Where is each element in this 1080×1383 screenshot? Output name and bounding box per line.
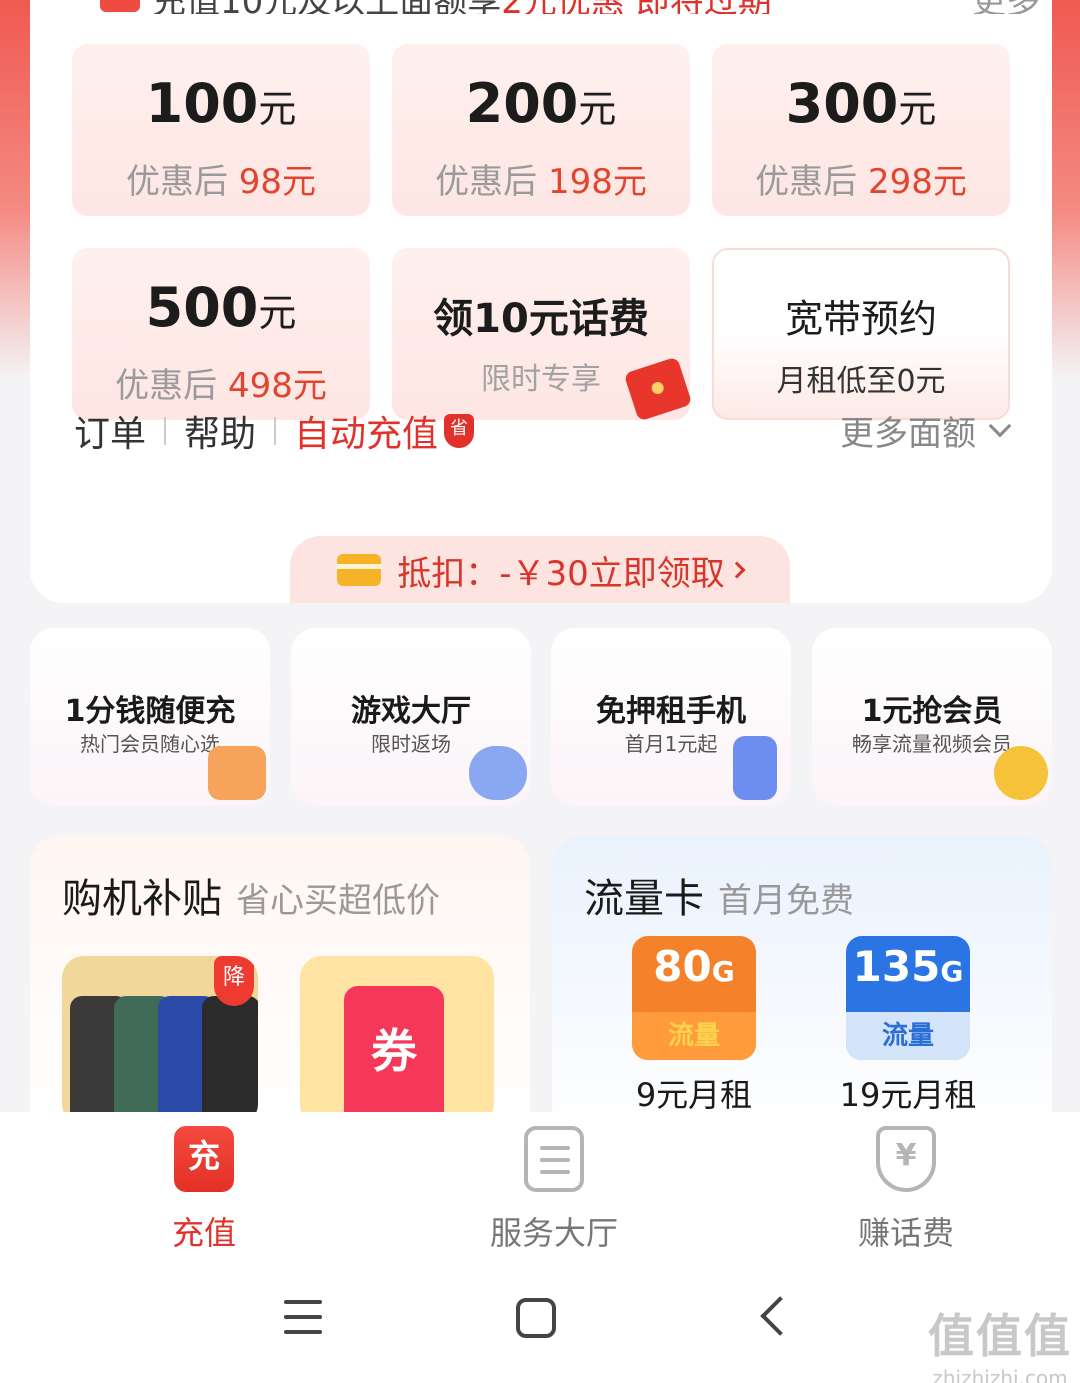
- tile-amount: 200: [465, 72, 579, 135]
- coupon-image[interactable]: 券: [300, 956, 494, 1126]
- phone-graphic: [202, 996, 258, 1126]
- plan-label: 流量: [846, 1012, 970, 1060]
- tile-after-price: 498元: [227, 366, 327, 406]
- chevron-down-icon: [988, 414, 1012, 437]
- deduct-coupon-button[interactable]: 抵扣：-￥30立即领取: [290, 536, 790, 603]
- gamepad-icon: [469, 746, 527, 800]
- tile-unit: 元: [898, 87, 937, 131]
- tile-amount: 300: [785, 72, 899, 135]
- quick-entry-member[interactable]: 1元抢会员 畅享流量视频会员: [812, 628, 1052, 806]
- coupon-ticket-icon: 券: [344, 986, 444, 1126]
- coupon-tile[interactable]: 领10元话费 限时专享: [392, 248, 693, 422]
- promo-highlight: 2元优惠 即将过期: [501, 0, 771, 14]
- card-icon: [337, 554, 382, 586]
- coupon-tile-title: 领10元话费: [433, 296, 649, 342]
- quick-links: 订单 帮助 自动充值 省: [74, 405, 475, 457]
- save-badge-icon: 省: [444, 414, 475, 448]
- tab-label: 赚话费: [857, 1214, 954, 1252]
- plan-label: 流量: [632, 1012, 756, 1060]
- tab-earn-credit[interactable]: ¥ 赚话费: [786, 1126, 1026, 1254]
- quick-entry-title: 1分钱随便充: [64, 694, 236, 729]
- broadband-tile-title: 宽带预约: [784, 297, 937, 341]
- tile-amount: 500: [145, 276, 259, 339]
- plan-rent: 19元月租: [839, 1076, 977, 1114]
- tile-after-price: 98元: [238, 162, 317, 202]
- recharge-icon: 充: [174, 1126, 234, 1192]
- tab-label: 服务大厅: [489, 1214, 618, 1252]
- data-plan-80g[interactable]: 80G 流量: [632, 936, 756, 1060]
- crown-gift-icon: [208, 746, 266, 800]
- phones-image[interactable]: 降: [62, 956, 258, 1126]
- tab-label: 充值: [171, 1214, 236, 1252]
- amount-tile-300[interactable]: 300元 优惠后 298元: [712, 44, 1010, 216]
- divider: [164, 417, 167, 445]
- broadband-tile[interactable]: 宽带预约 月租低至0元: [712, 248, 1010, 420]
- auto-recharge-link[interactable]: 自动充值: [294, 405, 438, 457]
- panel-subtitle: 首月免费: [718, 881, 854, 921]
- panel-title: 流量卡: [584, 876, 704, 922]
- tile-unit: 元: [578, 87, 617, 131]
- promo-badge-icon: [100, 0, 140, 12]
- promo-more-link[interactable]: 更多: [972, 0, 1040, 14]
- data-plan-135g[interactable]: 135G 流量: [846, 936, 970, 1060]
- tile-amount: 100: [145, 72, 259, 135]
- quick-entry-phone-rental[interactable]: 免押租手机 首月1元起: [551, 628, 791, 806]
- tab-service-hall[interactable]: 服务大厅: [434, 1126, 674, 1254]
- quick-entry-title: 1元抢会员: [861, 694, 1003, 729]
- quick-entry-title: 免押租手机: [596, 694, 746, 729]
- recent-apps-icon[interactable]: [284, 1300, 322, 1334]
- broadband-tile-sub: 月租低至0元: [776, 364, 946, 399]
- deduct-text: 抵扣：-￥30立即领取: [397, 553, 725, 594]
- tile-after-label: 优惠后: [435, 162, 538, 202]
- home-icon[interactable]: [516, 1298, 556, 1338]
- data-card-panel[interactable]: 流量卡 首月免费 80G 流量 9元月租 135G 流量 19元月租: [552, 836, 1052, 1136]
- phone-icon: [733, 736, 777, 800]
- promo-text: 充值10元及以上面额享: [152, 0, 501, 14]
- watermark-logo: 值值值 zhizhizhi.com: [928, 1300, 1072, 1383]
- recharge-card: 充值10元及以上面额享2元优惠 即将过期 更多 100元 优惠后 98元 200…: [30, 0, 1052, 603]
- yuan-shield-icon: ¥: [876, 1126, 936, 1192]
- quick-entry-game-hall[interactable]: 游戏大厅 限时返场: [291, 628, 531, 806]
- tab-recharge[interactable]: 充 充值: [84, 1126, 324, 1254]
- system-navigation-bar: [0, 1270, 1080, 1370]
- phone-subsidy-panel[interactable]: 购机补贴 省心买超低价 降 券: [30, 836, 530, 1136]
- tile-after-label: 优惠后: [125, 162, 228, 202]
- divider: [274, 417, 277, 445]
- tile-unit: 元: [258, 291, 297, 335]
- chevron-right-icon: [728, 561, 746, 579]
- back-icon[interactable]: [760, 1296, 800, 1336]
- tile-after-price: 298元: [867, 162, 967, 202]
- watermark-logo-text: 值值值: [928, 1309, 1072, 1363]
- tile-after-price: 198元: [547, 162, 647, 202]
- quick-entry-cent-recharge[interactable]: 1分钱随便充 热门会员随心选: [30, 628, 270, 806]
- plan-unit: G: [940, 955, 964, 988]
- tile-after-label: 优惠后: [115, 366, 218, 406]
- more-amounts-toggle[interactable]: 更多面额: [840, 406, 1012, 455]
- panel-title: 购机补贴: [62, 876, 222, 922]
- watermark-domain: zhizhizhi.com: [932, 1366, 1068, 1383]
- coin-icon: [994, 746, 1048, 800]
- tile-unit: 元: [258, 87, 297, 131]
- plan-size: 80: [653, 942, 712, 991]
- plan-unit: G: [711, 955, 735, 988]
- more-amounts-label: 更多面额: [840, 414, 976, 454]
- quick-entry-title: 游戏大厅: [351, 694, 471, 729]
- amount-tile-100[interactable]: 100元 优惠后 98元: [72, 44, 370, 216]
- tile-after-label: 优惠后: [755, 162, 858, 202]
- help-link[interactable]: 帮助: [184, 405, 256, 457]
- panel-subtitle: 省心买超低价: [236, 881, 440, 921]
- amount-tile-200[interactable]: 200元 优惠后 198元: [392, 44, 690, 216]
- plan-size: 135: [852, 942, 941, 991]
- service-list-icon: [524, 1126, 584, 1192]
- plan-rent: 9元月租: [635, 1076, 753, 1114]
- order-link[interactable]: 订单: [74, 405, 146, 457]
- promo-banner[interactable]: 充值10元及以上面额享2元优惠 即将过期 更多: [100, 0, 1040, 14]
- amount-tile-500[interactable]: 500元 优惠后 498元: [72, 248, 370, 420]
- price-drop-badge: 降: [214, 956, 254, 1006]
